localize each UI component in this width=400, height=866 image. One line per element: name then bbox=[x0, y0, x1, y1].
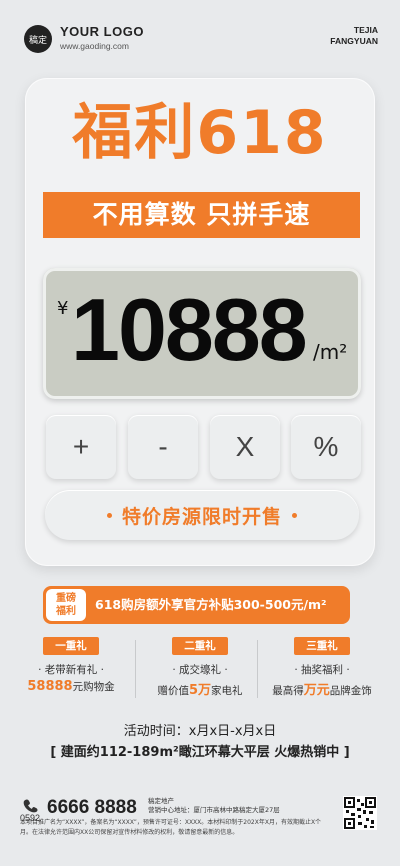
developer-address: 营销中心地址：厦门市高林中路稿定大厦27层 bbox=[148, 806, 280, 814]
sale-button[interactable]: 特价房源限时开售 bbox=[45, 490, 359, 540]
logo-url: www.gaoding.com bbox=[60, 41, 129, 51]
gift-desc-3: · 抽奖福利 · bbox=[294, 664, 350, 676]
price-number: 10888 bbox=[71, 280, 308, 379]
developer-name: 稿定地产 bbox=[148, 797, 174, 805]
gift-desc-1: · 老带新有礼 · bbox=[38, 664, 104, 676]
brand-line-2: FANGYUAN bbox=[330, 36, 378, 46]
key-minus[interactable]: - bbox=[128, 415, 198, 479]
subsidy-tag-line-1: 重磅 bbox=[56, 593, 76, 604]
gift-suffix: 家电礼 bbox=[211, 685, 243, 697]
activity-time: 活动时间：x月x日-x月x日 bbox=[123, 724, 277, 739]
key-multiply[interactable]: X bbox=[210, 415, 280, 479]
sale-button-label: 特价房源限时开售 bbox=[121, 505, 282, 528]
phone-number[interactable]: 6666 8888 bbox=[47, 797, 137, 819]
fine-print: 本项目推广名为“XXXX”，备案名为“XXXX”，预售许可证号：XXXX。本材料… bbox=[20, 819, 322, 836]
gift-prefix: 最高得 bbox=[272, 685, 304, 697]
brand-english: TEJIA FANGYUAN bbox=[298, 25, 378, 47]
gift-title-3: 三重礼 bbox=[294, 637, 350, 655]
gift-title-1: 一重礼 bbox=[43, 637, 99, 655]
calculator-screen: ¥ 10888 /m² bbox=[43, 268, 361, 399]
key-plus[interactable]: + bbox=[46, 415, 116, 479]
logo-badge: 稿定 bbox=[24, 25, 52, 53]
developer-info: 稿定地产 营销中心地址：厦门市高林中路稿定大厦27层 bbox=[148, 797, 280, 815]
gift-highlight: 万元 bbox=[303, 683, 330, 698]
gift-value-3: 最高得万元品牌金饰 bbox=[262, 679, 382, 698]
gift-divider bbox=[135, 640, 136, 698]
area-info: [ 建面约112-189m²瞰江环幕大平层 火爆热销中 ] bbox=[50, 745, 350, 760]
gift-desc-2: · 成交壕礼 · bbox=[172, 664, 228, 676]
gift-highlight: 5万 bbox=[188, 683, 212, 698]
qr-code-icon[interactable] bbox=[343, 796, 377, 830]
brand-line-1: TEJIA bbox=[353, 25, 378, 35]
gift-suffix: 品牌金饰 bbox=[329, 685, 372, 697]
gift-highlight: 58888 bbox=[27, 679, 73, 694]
gift-suffix: 元购物金 bbox=[72, 681, 115, 693]
subline-banner: 不用算数 只拼手速 bbox=[43, 192, 360, 238]
subsidy-text: 618购房额外享官方补贴300-500元/m² bbox=[95, 597, 327, 612]
gift-value-1: 58888元购物金 bbox=[11, 679, 131, 694]
dot-icon bbox=[106, 512, 112, 518]
logo-text: YOUR LOGO bbox=[60, 24, 144, 39]
currency-symbol: ¥ bbox=[57, 298, 69, 319]
dot-icon bbox=[292, 512, 297, 518]
key-percent[interactable]: % bbox=[291, 415, 361, 479]
price-unit: /m² bbox=[313, 340, 348, 364]
gift-title-2: 二重礼 bbox=[172, 637, 228, 655]
subsidy-tag-line-2: 福利 bbox=[56, 606, 76, 617]
phone-icon bbox=[23, 799, 38, 813]
subsidy-banner: 重磅 福利 618购房额外享官方补贴300-500元/m² bbox=[43, 586, 350, 624]
gift-prefix: 赠价值 bbox=[157, 685, 189, 697]
gift-value-2: 赠价值5万家电礼 bbox=[140, 679, 260, 698]
subsidy-tag: 重磅 福利 bbox=[46, 589, 86, 621]
headline: 福利618 bbox=[72, 98, 328, 168]
